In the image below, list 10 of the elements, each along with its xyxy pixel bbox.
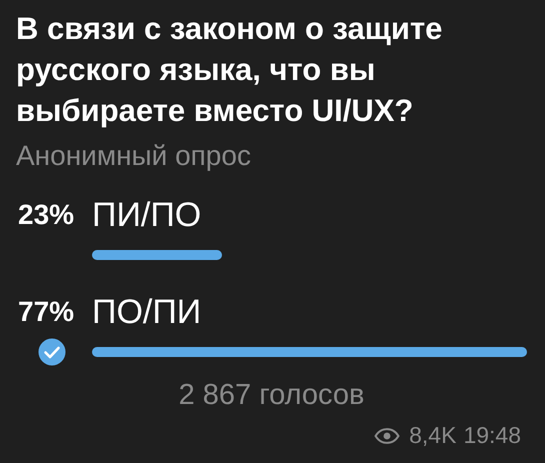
view-count: 8,4K (409, 422, 456, 449)
option-percent: 23% (17, 199, 74, 231)
option-percent: 77% (17, 296, 74, 328)
option-label: ПО/ПИ (92, 292, 202, 332)
eye-icon (374, 428, 400, 444)
option-label: ПИ/ПО (92, 196, 202, 234)
vote-count: 2 867 голосов (178, 379, 366, 412)
message-time: 19:48 (463, 422, 521, 449)
poll-type: Анонимный опрос (16, 139, 252, 173)
poll-question: В связи с законом о защите русского языка, что вы выбираете вместо UI/UX? (16, 10, 444, 130)
